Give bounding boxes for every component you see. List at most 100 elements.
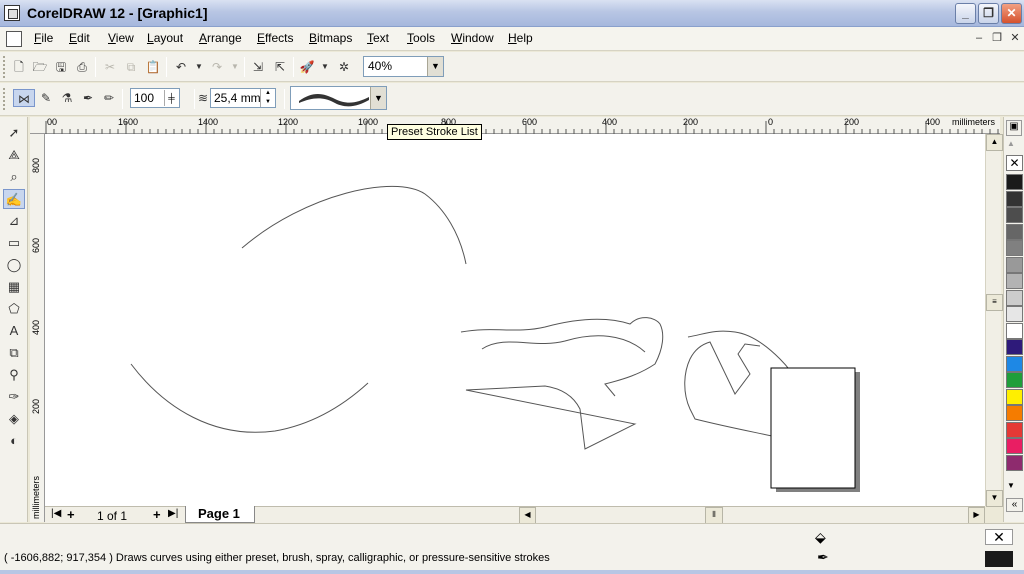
print-icon[interactable]: ⎙	[73, 58, 91, 76]
palette-menu-icon[interactable]: ▣	[1006, 120, 1022, 136]
scroll-up-icon[interactable]: ▲	[986, 134, 1003, 151]
app-icon[interactable]	[4, 5, 20, 21]
interactive-blend-tool-icon[interactable]: ⧉	[3, 343, 25, 363]
pick-tool-icon[interactable]: ➚	[3, 123, 25, 143]
pressure-mode-icon[interactable]: ✏	[100, 89, 118, 107]
color-swatch[interactable]	[1006, 306, 1023, 322]
color-swatch[interactable]	[1006, 207, 1023, 223]
color-swatch[interactable]	[1006, 339, 1023, 355]
chevron-down-icon[interactable]: ▼	[427, 57, 443, 76]
dimension-tool-icon[interactable]: ⊿	[3, 211, 25, 231]
cut-icon[interactable]: ✂	[101, 58, 119, 76]
palette-scroll-down-icon[interactable]: ▼	[1007, 481, 1015, 490]
color-swatch[interactable]	[1006, 240, 1023, 256]
drawing-canvas[interactable]	[45, 134, 985, 506]
slider-icon[interactable]: ╪	[164, 90, 178, 106]
menu-view[interactable]: View	[108, 31, 134, 45]
calligraphic-mode-icon[interactable]: ✒	[79, 89, 97, 107]
save-icon[interactable]: 🖫	[52, 58, 70, 76]
menu-window[interactable]: Window	[451, 31, 494, 45]
fill-tool-icon[interactable]: ◈	[3, 409, 25, 429]
first-page-icon[interactable]: |◀	[51, 508, 61, 519]
corel-online-icon[interactable]: ✲	[335, 58, 353, 76]
color-swatch[interactable]	[1006, 388, 1023, 405]
zoom-levels-select[interactable]: 40% ▼	[363, 56, 444, 77]
add-page-after-icon[interactable]: +	[153, 507, 161, 522]
color-swatch[interactable]	[1006, 438, 1023, 454]
color-swatch[interactable]	[1006, 405, 1023, 421]
menu-tools[interactable]: Tools	[407, 31, 435, 45]
doc-close-button[interactable]: ✕	[1007, 30, 1023, 46]
menu-layout[interactable]: Layout	[147, 31, 183, 45]
color-swatch[interactable]	[1006, 355, 1023, 372]
menu-effects[interactable]: Effects	[257, 31, 293, 45]
close-button[interactable]: ✕	[1001, 3, 1022, 24]
paste-icon[interactable]: 📋	[144, 58, 162, 76]
color-swatch[interactable]	[1006, 289, 1023, 306]
restore-button[interactable]: ❐	[978, 3, 999, 24]
application-launcher-icon[interactable]: 🚀	[298, 58, 316, 76]
redo-icon[interactable]: ↷	[208, 58, 226, 76]
export-icon[interactable]: ⇱	[271, 58, 289, 76]
shape-tool-icon[interactable]: ⟁	[3, 145, 25, 165]
vertical-ruler[interactable]: 800 600 400 200 millimeters	[30, 134, 45, 522]
color-swatch[interactable]	[1006, 421, 1023, 438]
eyedropper-tool-icon[interactable]: ⚲	[3, 365, 25, 385]
color-swatch[interactable]	[1006, 256, 1023, 273]
text-tool-icon[interactable]: A	[3, 321, 25, 341]
menu-edit[interactable]: Edit	[69, 31, 90, 45]
preset-stroke-list[interactable]: ▼	[290, 86, 387, 110]
outline-tool-icon[interactable]: ✑	[3, 387, 25, 407]
menu-arrange[interactable]: Arrange	[199, 31, 242, 45]
vertical-scrollbar[interactable]: ▲ ≡ ▼	[985, 134, 1003, 507]
menu-file[interactable]: File	[34, 31, 53, 45]
color-swatch[interactable]	[1006, 174, 1023, 190]
horizontal-scrollbar[interactable]: ◀ ⦀ ▶	[519, 507, 985, 524]
artistic-media-tool-icon[interactable]: ✍	[3, 189, 25, 209]
new-icon[interactable]: 🗋	[10, 58, 28, 76]
import-icon[interactable]: ⇲	[249, 58, 267, 76]
color-swatch[interactable]	[1006, 372, 1023, 388]
rectangle-tool-icon[interactable]: ▭	[3, 233, 25, 253]
fill-none-swatch[interactable]: ✕	[985, 529, 1013, 545]
palette-scroll-up-icon[interactable]: ▲	[1007, 139, 1015, 148]
color-swatch[interactable]	[1006, 190, 1023, 207]
outline-color-swatch[interactable]	[985, 551, 1013, 567]
basic-shapes-tool-icon[interactable]: ⬠	[3, 299, 25, 319]
chevron-down-icon[interactable]: ▼	[370, 87, 386, 109]
launcher-dropdown-icon[interactable]: ▼	[316, 58, 334, 76]
sprayer-mode-icon[interactable]: ⚗	[58, 89, 76, 107]
menu-bitmaps[interactable]: Bitmaps	[309, 31, 352, 45]
preset-mode-icon[interactable]: ⋈	[13, 89, 35, 107]
palette-expand-icon[interactable]: «	[1006, 498, 1023, 512]
no-color-swatch[interactable]: ✕	[1006, 155, 1023, 171]
scroll-thumb[interactable]: ⦀	[705, 507, 723, 524]
brush-mode-icon[interactable]: ✎	[37, 89, 55, 107]
horizontal-ruler[interactable]: 00 1600 1400 1200 1000 800 600 400 200 0…	[44, 117, 1000, 134]
scroll-right-icon[interactable]: ▶	[968, 507, 985, 524]
scroll-left-icon[interactable]: ◀	[519, 507, 536, 524]
ruler-origin[interactable]	[30, 117, 45, 134]
stroke-width-input[interactable]: 25,4 mm ▲ ▼	[210, 88, 276, 108]
redo-dropdown-icon[interactable]: ▼	[226, 58, 244, 76]
spinner-icon[interactable]: ▲ ▼	[260, 89, 275, 107]
color-swatch[interactable]	[1006, 273, 1023, 289]
graph-paper-tool-icon[interactable]: ▦	[3, 277, 25, 297]
color-swatch[interactable]	[1006, 223, 1023, 240]
scroll-thumb[interactable]: ≡	[986, 294, 1003, 311]
tab-page-1[interactable]: Page 1	[185, 506, 255, 523]
undo-dropdown-icon[interactable]: ▼	[190, 58, 208, 76]
doc-minimize-button[interactable]: –	[971, 30, 987, 46]
doc-restore-button[interactable]: ❐	[989, 30, 1005, 46]
last-page-icon[interactable]: ▶|	[168, 508, 178, 519]
minimize-button[interactable]: _	[955, 3, 976, 24]
scroll-down-icon[interactable]: ▼	[986, 490, 1003, 507]
interactive-fill-tool-icon[interactable]: ◐	[3, 431, 25, 451]
document-icon[interactable]	[6, 31, 22, 47]
color-swatch[interactable]	[1006, 454, 1023, 471]
color-swatch[interactable]	[1006, 322, 1023, 339]
ellipse-tool-icon[interactable]: ◯	[3, 255, 25, 275]
zoom-tool-icon[interactable]: ⌕	[3, 167, 25, 187]
copy-icon[interactable]: ⧉	[122, 58, 140, 76]
freehand-smoothing-input[interactable]: 100 ╪	[130, 88, 180, 108]
